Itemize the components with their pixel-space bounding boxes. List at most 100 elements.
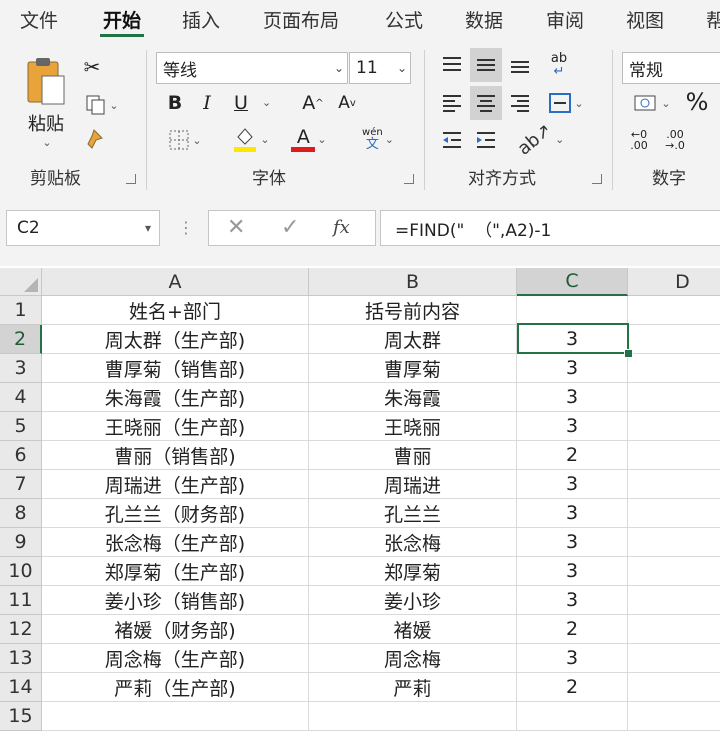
cell-b11[interactable]: 姜小珍 bbox=[309, 586, 517, 615]
cell-c4[interactable]: 3 bbox=[517, 383, 628, 412]
row-header-14[interactable]: 14 bbox=[0, 673, 42, 702]
name-box[interactable]: C2 ▾ bbox=[6, 210, 160, 246]
cell-d13[interactable] bbox=[628, 644, 720, 673]
cell-b6[interactable]: 曹丽 bbox=[309, 441, 517, 470]
number-format-select[interactable]: 常规 bbox=[622, 52, 720, 84]
row-header-6[interactable]: 6 bbox=[0, 441, 42, 470]
row-header-13[interactable]: 13 bbox=[0, 644, 42, 673]
cut-button[interactable]: ✂ bbox=[80, 54, 104, 80]
row-header-15[interactable]: 15 bbox=[0, 702, 42, 731]
fill-handle[interactable] bbox=[624, 349, 633, 358]
cell-a9[interactable]: 张念梅（生产部) bbox=[42, 528, 309, 557]
tab-page-layout[interactable]: 页面布局 bbox=[263, 6, 339, 33]
cell-d10[interactable] bbox=[628, 557, 720, 586]
alignment-launcher-icon[interactable] bbox=[592, 174, 602, 184]
row-header-9[interactable]: 9 bbox=[0, 528, 42, 557]
cell-b5[interactable]: 王晓丽 bbox=[309, 412, 517, 441]
insert-function-button[interactable]: fx bbox=[333, 217, 350, 238]
tab-help[interactable]: 帮 bbox=[706, 6, 720, 33]
cell-d4[interactable] bbox=[628, 383, 720, 412]
select-all-button[interactable] bbox=[0, 268, 42, 296]
cancel-icon[interactable]: ✕ bbox=[227, 215, 245, 240]
cell-a10[interactable]: 郑厚菊（生产部) bbox=[42, 557, 309, 586]
cell-c14[interactable]: 2 bbox=[517, 673, 628, 702]
font-name-select[interactable]: 等线 ⌄ bbox=[156, 52, 348, 84]
align-bottom-button[interactable] bbox=[506, 50, 534, 80]
cell-a12[interactable]: 褚媛（财务部) bbox=[42, 615, 309, 644]
cell-b1[interactable]: 括号前内容 bbox=[309, 296, 517, 325]
cell-d1[interactable] bbox=[628, 296, 720, 325]
cell-d3[interactable] bbox=[628, 354, 720, 383]
formula-input[interactable]: =FIND(" （",A2)-1 bbox=[380, 210, 720, 246]
italic-button[interactable]: I bbox=[194, 90, 220, 116]
cell-c7[interactable]: 3 bbox=[517, 470, 628, 499]
align-left-button[interactable] bbox=[438, 88, 466, 118]
tab-formulas[interactable]: 公式 bbox=[385, 6, 423, 33]
column-header-c[interactable]: C bbox=[517, 268, 628, 296]
cell-d2[interactable] bbox=[628, 325, 720, 354]
orientation-button[interactable]: ab↗ ⌄ bbox=[513, 119, 564, 159]
tab-insert[interactable]: 插入 bbox=[182, 6, 220, 33]
cell-c5[interactable]: 3 bbox=[517, 412, 628, 441]
cell-b15[interactable] bbox=[309, 702, 517, 731]
cell-a8[interactable]: 孔兰兰（财务部) bbox=[42, 499, 309, 528]
percent-style-button[interactable]: % bbox=[682, 86, 712, 118]
format-painter-button[interactable] bbox=[80, 126, 106, 152]
tab-review[interactable]: 审阅 bbox=[546, 6, 584, 33]
row-header-7[interactable]: 7 bbox=[0, 470, 42, 499]
decrease-decimal-button[interactable]: .00 →.0 bbox=[660, 126, 690, 154]
cell-c9[interactable]: 3 bbox=[517, 528, 628, 557]
cell-d11[interactable] bbox=[628, 586, 720, 615]
cell-d9[interactable] bbox=[628, 528, 720, 557]
cell-b14[interactable]: 严莉 bbox=[309, 673, 517, 702]
accounting-format-button[interactable]: ⌄ bbox=[626, 88, 678, 118]
cell-d7[interactable] bbox=[628, 470, 720, 499]
column-header-a[interactable]: A bbox=[42, 268, 309, 296]
clipboard-launcher-icon[interactable] bbox=[126, 174, 136, 184]
cell-a4[interactable]: 朱海霞（生产部) bbox=[42, 383, 309, 412]
cell-b13[interactable]: 周念梅 bbox=[309, 644, 517, 673]
cell-a5[interactable]: 王晓丽（生产部) bbox=[42, 412, 309, 441]
cell-b10[interactable]: 郑厚菊 bbox=[309, 557, 517, 586]
increase-indent-button[interactable] bbox=[472, 126, 500, 154]
cell-c8[interactable]: 3 bbox=[517, 499, 628, 528]
paste-button[interactable]: 粘贴 ⌄ bbox=[18, 52, 74, 152]
cell-a15[interactable] bbox=[42, 702, 309, 731]
cell-a6[interactable]: 曹丽（销售部) bbox=[42, 441, 309, 470]
row-header-10[interactable]: 10 bbox=[0, 557, 42, 586]
cell-b4[interactable]: 朱海霞 bbox=[309, 383, 517, 412]
font-color-button[interactable]: A ⌄ bbox=[286, 124, 332, 154]
tab-view[interactable]: 视图 bbox=[626, 6, 664, 33]
cell-b2[interactable]: 周太群 bbox=[309, 325, 517, 354]
cell-a13[interactable]: 周念梅（生产部) bbox=[42, 644, 309, 673]
cell-c6[interactable]: 2 bbox=[517, 441, 628, 470]
row-header-2[interactable]: 2 bbox=[0, 325, 42, 354]
column-header-d[interactable]: D bbox=[628, 268, 720, 296]
more-icon[interactable]: ⋮ bbox=[178, 218, 194, 237]
row-header-8[interactable]: 8 bbox=[0, 499, 42, 528]
font-size-select[interactable]: 11 ⌄ bbox=[349, 52, 411, 84]
phonetic-guide-button[interactable]: wén 文 ⌄ bbox=[352, 124, 404, 154]
tab-home[interactable]: 开始 bbox=[103, 6, 141, 33]
cell-b9[interactable]: 张念梅 bbox=[309, 528, 517, 557]
align-top-button[interactable] bbox=[438, 50, 466, 80]
cell-d6[interactable] bbox=[628, 441, 720, 470]
column-header-b[interactable]: B bbox=[309, 268, 517, 296]
tab-file[interactable]: 文件 bbox=[20, 6, 58, 33]
underline-button[interactable]: U bbox=[228, 90, 254, 116]
cell-d14[interactable] bbox=[628, 673, 720, 702]
align-center-button[interactable] bbox=[470, 86, 502, 120]
row-header-3[interactable]: 3 bbox=[0, 354, 42, 383]
cell-a1[interactable]: 姓名+部门 bbox=[42, 296, 309, 325]
wrap-text-button[interactable]: ab ↵ bbox=[544, 50, 574, 80]
cell-d12[interactable] bbox=[628, 615, 720, 644]
align-right-button[interactable] bbox=[506, 88, 534, 118]
cell-a3[interactable]: 曹厚菊（销售部) bbox=[42, 354, 309, 383]
cell-c3[interactable]: 3 bbox=[517, 354, 628, 383]
cell-b8[interactable]: 孔兰兰 bbox=[309, 499, 517, 528]
bold-button[interactable]: B bbox=[162, 90, 188, 116]
row-header-5[interactable]: 5 bbox=[0, 412, 42, 441]
cell-c15[interactable] bbox=[517, 702, 628, 731]
cell-a2[interactable]: 周太群（生产部) bbox=[42, 325, 309, 354]
row-header-11[interactable]: 11 bbox=[0, 586, 42, 615]
